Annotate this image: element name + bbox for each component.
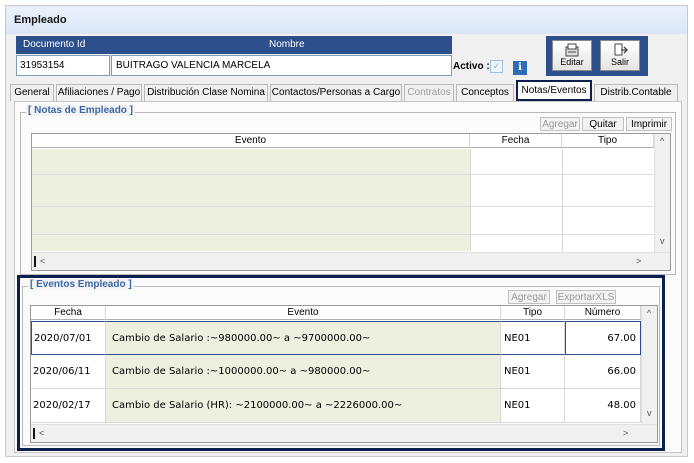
tab-concepts[interactable]: Conceptos: [456, 84, 514, 101]
event-cell-type[interactable]: NE01: [501, 389, 565, 423]
notes-print-button[interactable]: Imprimir: [626, 117, 672, 131]
exit-button-label: Salir: [610, 57, 629, 67]
event-cell-event[interactable]: Cambio de Salario :~980000.00~ a ~970000…: [106, 321, 501, 355]
scroll-down-icon[interactable]: v: [660, 236, 665, 246]
event-cell-number[interactable]: 67.00: [565, 321, 641, 355]
event-cell-date[interactable]: 2020/02/17: [31, 389, 106, 423]
notes-col-type[interactable]: Tipo: [562, 134, 654, 148]
events-col-number[interactable]: Número: [565, 306, 641, 320]
employee-window: Empleado Documento Id Nombre 31953154 BU…: [5, 5, 688, 457]
events-col-event[interactable]: Evento: [106, 306, 501, 320]
event-cell-event[interactable]: Cambio de Salario :~1000000.00~ a ~98000…: [106, 355, 501, 389]
grid-row-marker: [33, 428, 35, 439]
event-cell-event[interactable]: Cambio de Salario (HR): ~2100000.00~ a ~…: [106, 389, 501, 423]
tab-notes-events[interactable]: Notas/Eventos: [516, 80, 592, 101]
scroll-down-icon[interactable]: v: [647, 408, 652, 418]
events-grid[interactable]: Fecha Evento Tipo Número 2020/07/01 Cambi…: [30, 305, 658, 443]
title-bar: Empleado: [6, 6, 687, 34]
event-cell-number[interactable]: 48.00: [565, 389, 641, 423]
header-label-band: Documento Id Nombre: [16, 36, 452, 54]
tab-strip: General Afiliaciones / Pago Distribución…: [10, 80, 683, 101]
notes-horizontal-scrollbar[interactable]: < >: [32, 252, 670, 270]
window-title: Empleado: [14, 14, 67, 26]
event-cell-date[interactable]: 2020/07/01: [31, 321, 106, 355]
exit-button[interactable]: Salir: [600, 40, 640, 71]
notes-grid[interactable]: Evento Fecha Tipo ^ v < >: [31, 133, 671, 271]
employee-events-title: [ Eventos Empleado ]: [28, 279, 134, 290]
notes-vertical-scrollbar[interactable]: ^ v: [654, 134, 670, 252]
active-label: Activo :: [453, 61, 490, 72]
edit-button-label: Editar: [560, 57, 584, 67]
name-field[interactable]: BUITRAGO VALENCIA MARCELA: [111, 55, 452, 76]
employee-notes-title: [ Notas de Empleado ]: [26, 105, 136, 116]
notes-col-divider: [470, 149, 471, 251]
notes-col-divider: [562, 149, 563, 251]
scroll-right-icon[interactable]: >: [636, 256, 641, 266]
employee-events-group: [ Eventos Empleado ] Agregar ExportarXLS…: [22, 279, 660, 446]
info-icon[interactable]: i: [513, 61, 527, 75]
notes-row-divider: [32, 234, 654, 235]
event-cell-number[interactable]: 66.00: [565, 355, 641, 389]
notes-events-panel: [ Notas de Empleado ] Agregar Quitar Imp…: [14, 101, 682, 453]
name-label: Nombre: [269, 39, 305, 50]
tab-affiliations[interactable]: Afiliaciones / Pago: [56, 84, 142, 101]
tab-accounting-distribution[interactable]: Distrib.Contable: [594, 84, 678, 101]
events-vertical-scrollbar[interactable]: ^ v: [641, 306, 657, 424]
export-xls-button[interactable]: ExportarXLS: [556, 290, 616, 304]
events-add-button[interactable]: Agregar: [508, 290, 550, 304]
notes-row-divider: [32, 174, 654, 175]
event-cell-type[interactable]: NE01: [501, 355, 565, 389]
scroll-left-icon[interactable]: <: [39, 428, 44, 438]
scroll-right-icon[interactable]: >: [623, 428, 628, 438]
employee-events-highlight: [ Eventos Empleado ] Agregar ExportarXLS…: [17, 275, 665, 451]
tab-payroll-class[interactable]: Distribución Clase Nomina: [144, 84, 268, 101]
events-horizontal-scrollbar[interactable]: < >: [31, 424, 657, 442]
scroll-up-icon[interactable]: ^: [647, 308, 651, 318]
grid-row-marker: [34, 256, 36, 267]
exit-icon: [614, 43, 628, 56]
employee-notes-group: [ Notas de Empleado ] Agregar Quitar Imp…: [20, 105, 676, 275]
notes-col-event[interactable]: Evento: [32, 134, 470, 148]
document-id-field[interactable]: 31953154: [16, 55, 110, 76]
tab-contracts[interactable]: Contratos: [404, 84, 454, 101]
notes-remove-button[interactable]: Quitar: [582, 117, 624, 131]
active-checkbox[interactable]: ✓: [490, 60, 503, 73]
tab-contacts[interactable]: Contactos/Personas a Cargo: [270, 84, 402, 101]
event-cell-date[interactable]: 2020/06/11: [31, 355, 106, 389]
scroll-left-icon[interactable]: <: [40, 256, 45, 266]
edit-icon: [565, 43, 579, 57]
events-col-date[interactable]: Fecha: [31, 306, 106, 320]
events-col-type[interactable]: Tipo: [501, 306, 565, 320]
notes-col-date[interactable]: Fecha: [470, 134, 562, 148]
tab-general[interactable]: General: [10, 84, 54, 101]
notes-row-divider: [32, 206, 654, 207]
document-id-label: Documento Id: [23, 39, 86, 50]
notes-empty-area: [32, 149, 470, 251]
edit-button[interactable]: Editar: [552, 40, 592, 71]
toolbar-box: Editar Salir: [546, 36, 648, 76]
notes-add-button[interactable]: Agregar: [540, 117, 580, 131]
event-cell-type[interactable]: NE01: [501, 321, 565, 355]
scroll-up-icon[interactable]: ^: [660, 136, 664, 146]
